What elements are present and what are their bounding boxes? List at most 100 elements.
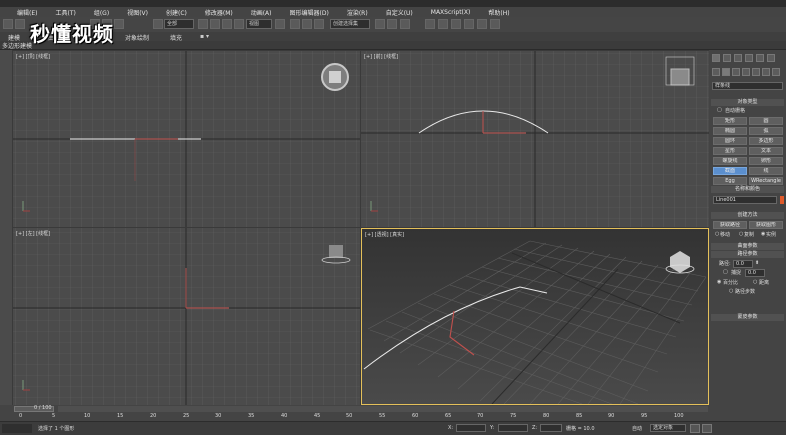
ribbon-toggle-icon[interactable]: ▪ ▾ — [200, 33, 209, 40]
circle-button[interactable]: 圆 — [749, 117, 783, 125]
ngon-button[interactable]: 多边形 — [749, 137, 783, 145]
star-button[interactable]: 星形 — [713, 147, 747, 155]
selection-set-dropdown[interactable]: 选定对象 — [650, 424, 686, 432]
menu-edit[interactable]: 编辑(E) — [8, 8, 46, 17]
menu-customize[interactable]: 自定义(U) — [377, 8, 422, 17]
menu-tools[interactable]: 工具(T) — [46, 8, 84, 17]
get-shape-button[interactable]: 获取图形 — [749, 221, 783, 229]
rectangle-button[interactable]: 矩形 — [713, 117, 747, 125]
curve-editor-icon[interactable] — [425, 19, 435, 29]
selection-filter-dropdown[interactable]: 全部 — [164, 19, 194, 29]
bind-space-warp-icon[interactable] — [114, 19, 124, 29]
path-params-rollout[interactable]: 路径参数 — [711, 251, 784, 258]
material-editor-icon[interactable] — [451, 19, 461, 29]
redo-icon[interactable] — [15, 19, 25, 29]
wrectangle-button[interactable]: WRectangle — [749, 177, 783, 185]
viewport-perspective[interactable]: [+] [透视] [真实] — [361, 228, 709, 405]
arc-button[interactable]: 弧 — [749, 127, 783, 135]
percent-radio[interactable]: ◉ — [717, 279, 721, 285]
rotate-icon[interactable] — [222, 19, 232, 29]
viewport-front-label[interactable]: [+] [前] [线框] — [364, 53, 398, 60]
instance-radio[interactable]: ◉ — [761, 231, 765, 237]
render-setup-icon[interactable] — [464, 19, 474, 29]
copy-radio[interactable]: ○ — [739, 231, 743, 237]
move-icon[interactable] — [210, 19, 220, 29]
skin-params-rollout[interactable]: 蒙皮参数 — [711, 314, 784, 321]
donut-button[interactable]: 圆环 — [713, 137, 747, 145]
maxscript-listener[interactable] — [2, 424, 32, 433]
helpers-icon[interactable] — [752, 68, 760, 76]
cameras-icon[interactable] — [742, 68, 750, 76]
undo-icon[interactable] — [3, 19, 13, 29]
menu-help[interactable]: 帮助(H) — [479, 8, 518, 17]
section-button[interactable]: 截面 — [713, 167, 747, 175]
viewport-left-label[interactable]: [+] [左] [线框] — [16, 230, 50, 237]
lights-icon[interactable] — [732, 68, 740, 76]
schematic-view-icon[interactable] — [438, 19, 448, 29]
reference-coordinate-dropdown[interactable]: 视图 — [246, 19, 272, 29]
menu-maxscript[interactable]: MAXScript(X) — [422, 9, 480, 16]
viewport-top[interactable]: [+] [顶] [线框] — [13, 51, 360, 227]
path-steps-radio[interactable]: ○ — [729, 288, 733, 294]
scale-icon[interactable] — [234, 19, 244, 29]
geometry-icon[interactable] — [712, 68, 720, 76]
menu-graph-editors[interactable]: 图形编辑器(D) — [281, 8, 338, 17]
z-coord-field[interactable] — [540, 424, 562, 432]
snap-toggle-icon[interactable] — [290, 19, 300, 29]
modify-tab-icon[interactable] — [723, 54, 731, 62]
snap-checkbox[interactable]: ▢ — [723, 269, 728, 275]
helix-button[interactable]: 螺旋线 — [713, 157, 747, 165]
move-radio[interactable]: ○ — [715, 231, 719, 237]
object-type-rollout[interactable]: 对象类型 — [711, 99, 784, 106]
utilities-tab-icon[interactable] — [767, 54, 775, 62]
motion-tab-icon[interactable] — [745, 54, 753, 62]
egg-shape-button[interactable]: Egg — [713, 177, 747, 185]
set-key-icon[interactable] — [690, 424, 700, 433]
percent-snap-icon[interactable] — [314, 19, 324, 29]
select-by-name-icon[interactable] — [198, 19, 208, 29]
named-selection-dropdown[interactable]: 创建选择集 — [330, 19, 370, 29]
y-coord-field[interactable] — [498, 424, 528, 432]
text-button[interactable]: 文本 — [749, 147, 783, 155]
surface-params-rollout[interactable]: 曲面参数 — [711, 243, 784, 250]
hierarchy-tab-icon[interactable] — [734, 54, 742, 62]
render-icon[interactable] — [490, 19, 500, 29]
autogrid-checkbox[interactable]: ▢ — [717, 107, 722, 113]
ellipse-button[interactable]: 椭圆 — [713, 127, 747, 135]
menu-animation[interactable]: 动画(A) — [242, 8, 281, 17]
menu-rendering[interactable]: 渲染(R) — [338, 8, 377, 17]
layer-manager-icon[interactable] — [400, 19, 410, 29]
object-name-field[interactable]: Line001 — [713, 196, 777, 204]
object-color-swatch[interactable] — [780, 196, 784, 204]
menu-group[interactable]: 组(G) — [85, 8, 118, 17]
viewport-front[interactable]: [+] [前] [线框] — [361, 51, 709, 227]
shapes-icon[interactable] — [722, 68, 730, 76]
egg-button[interactable]: 卵形 — [749, 157, 783, 165]
timeline-ruler[interactable]: 0 5 10 15 20 25 30 35 40 45 50 55 60 65 … — [14, 413, 708, 421]
viewport-perspective-label[interactable]: [+] [透视] [真实] — [365, 231, 404, 238]
ribbon-sub-label[interactable]: 多边形建模 — [2, 41, 32, 50]
play-icon[interactable] — [702, 424, 712, 433]
snap-value-field[interactable]: 0.0 — [745, 269, 765, 277]
creation-method-rollout[interactable]: 创建方法 — [711, 212, 784, 219]
get-path-button[interactable]: 获取路径 — [713, 221, 747, 229]
systems-icon[interactable] — [772, 68, 780, 76]
display-tab-icon[interactable] — [756, 54, 764, 62]
menu-create[interactable]: 创建(C) — [157, 8, 196, 17]
x-coord-field[interactable] — [456, 424, 486, 432]
path-value-field[interactable]: 0.0 — [733, 260, 753, 268]
line-button[interactable]: 线 — [749, 167, 783, 175]
space-warps-icon[interactable] — [762, 68, 770, 76]
time-track[interactable] — [58, 406, 708, 412]
align-icon[interactable] — [387, 19, 397, 29]
menu-modifiers[interactable]: 修改器(M) — [196, 8, 242, 17]
menu-view[interactable]: 视图(V) — [118, 8, 157, 17]
create-tab-icon[interactable] — [712, 54, 720, 62]
viewport-top-label[interactable]: [+] [顶] [线框] — [16, 53, 50, 60]
name-color-rollout[interactable]: 名称和颜色 — [711, 186, 784, 193]
viewport-left[interactable]: [+] [左] [线框] — [13, 228, 360, 405]
path-spinner-icon[interactable]: ⬍ — [755, 260, 759, 266]
category-dropdown[interactable]: 样条线 — [712, 82, 783, 90]
distance-radio[interactable]: ○ — [753, 279, 757, 285]
rendered-frame-icon[interactable] — [477, 19, 487, 29]
